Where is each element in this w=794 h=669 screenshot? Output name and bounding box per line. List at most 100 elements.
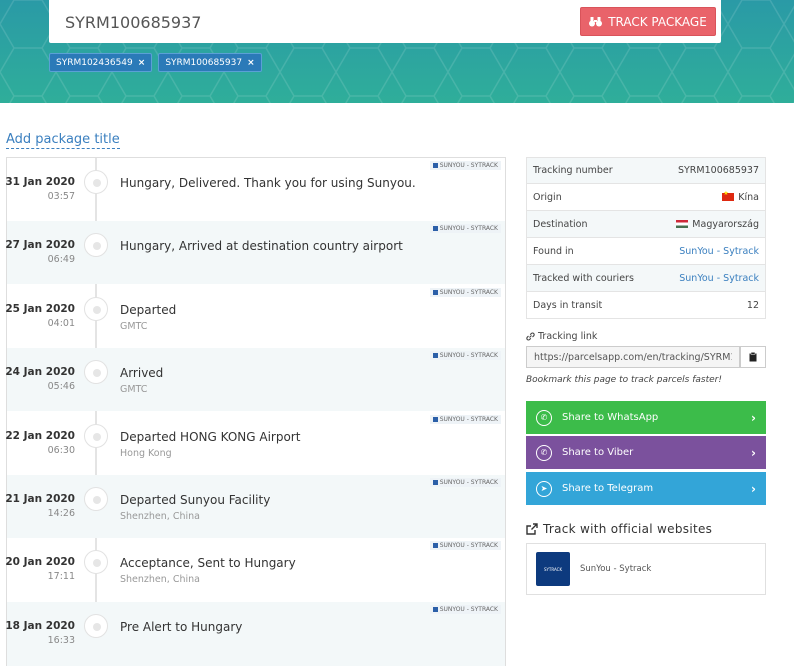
- event-time: 05:46: [47, 381, 75, 392]
- courier-badge-label: SUNYOU - SYTRACK: [439, 289, 498, 296]
- chip-label: SYRM102436549: [56, 57, 133, 68]
- courier-badge: SUNYOU - SYTRACK: [429, 288, 501, 297]
- destination-text: Magyarország: [692, 218, 759, 230]
- hungary-flag-icon: [676, 220, 689, 228]
- event-location: Hong Kong: [120, 448, 172, 459]
- info-label: Found in: [533, 245, 574, 257]
- whatsapp-icon: ✆: [536, 409, 552, 426]
- telegram-icon: ➤: [536, 480, 552, 497]
- recent-chip[interactable]: SYRM102436549 ×: [49, 53, 153, 72]
- event-location: GMTC: [120, 384, 148, 395]
- event-title: Departed Sunyou Facility: [120, 493, 271, 507]
- info-label: Days in transit: [533, 299, 603, 311]
- timeline-dot-icon: [84, 297, 108, 321]
- tracking-link-label-text: Tracking link: [538, 331, 598, 342]
- external-link-icon: [526, 523, 538, 535]
- event-time: 17:11: [47, 571, 75, 582]
- tracking-link-input[interactable]: [526, 346, 740, 368]
- courier-badge: SUNYOU - SYTRACK: [429, 541, 501, 550]
- track-package-label: TRACK PACKAGE: [608, 14, 707, 29]
- origin-text: Kína: [738, 191, 759, 203]
- courier-badge-label: SUNYOU - SYTRACK: [439, 479, 498, 486]
- tracking-number-value: SYRM100685937: [677, 165, 759, 176]
- timeline-dot-icon: [84, 424, 108, 448]
- destination-value: Magyarország: [676, 219, 759, 230]
- courier-badge-label: SUNYOU - SYTRACK: [439, 416, 498, 423]
- event-date: 22 Jan 2020: [5, 430, 75, 442]
- event-time: 14:26: [47, 508, 75, 519]
- timeline-event: 22 Jan 2020 06:30 Departed HONG KONG Air…: [5, 412, 505, 475]
- official-site-card[interactable]: SYTRACK SunYou - Sytrack: [526, 543, 766, 595]
- event-time: 06:49: [47, 254, 75, 265]
- courier-badge-label: SUNYOU - SYTRACK: [439, 352, 498, 359]
- found-in-link[interactable]: SunYou - Sytrack: [679, 246, 759, 257]
- timeline-event: 25 Jan 2020 04:01 Departed GMTC SUNYOU -…: [5, 285, 505, 348]
- timeline-dot-icon: [84, 233, 108, 257]
- tracking-timeline: 31 Jan 2020 03:57 Hungary, Delivered. Th…: [5, 157, 506, 666]
- sytrack-logo-text: SYTRACK: [543, 566, 563, 572]
- courier-badge-label: SUNYOU - SYTRACK: [439, 606, 498, 613]
- event-date: 20 Jan 2020: [5, 556, 75, 568]
- courier-badge: SUNYOU - SYTRACK: [429, 224, 501, 233]
- chevron-right-icon: ›: [751, 410, 756, 425]
- close-icon[interactable]: ×: [247, 58, 255, 68]
- courier-flag-icon: [432, 226, 438, 231]
- event-date: 27 Jan 2020: [5, 239, 75, 251]
- courier-flag-icon: [432, 607, 438, 612]
- add-package-title-link[interactable]: Add package title: [6, 131, 120, 149]
- tracking-link-label: Tracking link: [526, 331, 597, 342]
- copy-link-button[interactable]: [740, 346, 766, 368]
- share-viber-button[interactable]: ✆ Share to Viber ›: [526, 436, 766, 469]
- link-icon: [526, 332, 535, 341]
- china-flag-icon: [722, 190, 735, 201]
- info-label: Origin: [533, 191, 562, 203]
- event-date: 18 Jan 2020: [5, 620, 75, 632]
- close-icon[interactable]: ×: [138, 58, 146, 68]
- info-row-tracking-number: Tracking number SYRM100685937: [526, 157, 766, 184]
- courier-flag-icon: [432, 163, 438, 168]
- chevron-right-icon: ›: [751, 481, 756, 496]
- recent-chip[interactable]: SYRM100685937 ×: [158, 53, 262, 72]
- timeline-event: 20 Jan 2020 17:11 Acceptance, Sent to Hu…: [5, 538, 505, 601]
- info-label: Tracking number: [533, 165, 613, 176]
- event-title: Acceptance, Sent to Hungary: [120, 556, 296, 570]
- courier-flag-icon: [432, 480, 438, 485]
- recent-chips: SYRM102436549 × SYRM100685937 ×: [49, 53, 262, 72]
- courier-badge: SUNYOU - SYTRACK: [429, 351, 501, 360]
- tracking-search-input[interactable]: [65, 10, 545, 34]
- share-viber-label: Share to Viber: [562, 447, 634, 458]
- timeline-dot-icon: [84, 360, 108, 384]
- origin-value: Kína: [722, 190, 759, 203]
- share-whatsapp-button[interactable]: ✆ Share to WhatsApp ›: [526, 401, 766, 434]
- share-telegram-button[interactable]: ➤ Share to Telegram ›: [526, 472, 766, 505]
- official-websites-title: Track with official websites: [543, 522, 713, 536]
- tracked-with-link[interactable]: SunYou - Sytrack: [679, 273, 759, 284]
- info-row-days-in-transit: Days in transit 12: [526, 292, 766, 319]
- event-title: Arrived: [120, 366, 164, 380]
- event-date: 24 Jan 2020: [5, 366, 75, 378]
- courier-flag-icon: [432, 543, 438, 548]
- bookmark-hint: Bookmark this page to track parcels fast…: [526, 375, 722, 385]
- timeline-event: 27 Jan 2020 06:49 Hungary, Arrived at de…: [5, 221, 505, 284]
- event-location: Shenzhen, China: [120, 574, 200, 585]
- info-row-destination: Destination Magyarország: [526, 211, 766, 238]
- event-date: 25 Jan 2020: [5, 303, 75, 315]
- clipboard-icon: [749, 352, 757, 362]
- days-in-transit-value: 12: [746, 299, 759, 311]
- event-time: 16:33: [47, 635, 75, 646]
- timeline-dot-icon: [84, 170, 108, 194]
- search-box: TRACK PACKAGE: [49, 0, 721, 43]
- courier-flag-icon: [432, 353, 438, 358]
- package-info-table: Tracking number SYRM100685937 Origin Kín…: [526, 157, 766, 319]
- event-title: Departed HONG KONG Airport: [120, 430, 301, 444]
- event-location: Shenzhen, China: [120, 511, 200, 522]
- chip-label: SYRM100685937: [165, 57, 243, 68]
- courier-badge: SUNYOU - SYTRACK: [429, 605, 501, 614]
- event-title: Pre Alert to Hungary: [120, 620, 243, 634]
- info-row-origin: Origin Kína: [526, 184, 766, 211]
- track-package-button[interactable]: TRACK PACKAGE: [580, 7, 716, 36]
- timeline-dot-icon: [84, 550, 108, 574]
- timeline-event: 24 Jan 2020 05:46 Arrived GMTC SUNYOU - …: [5, 348, 505, 411]
- courier-badge-label: SUNYOU - SYTRACK: [439, 225, 498, 232]
- info-row-found-in: Found in SunYou - Sytrack: [526, 238, 766, 265]
